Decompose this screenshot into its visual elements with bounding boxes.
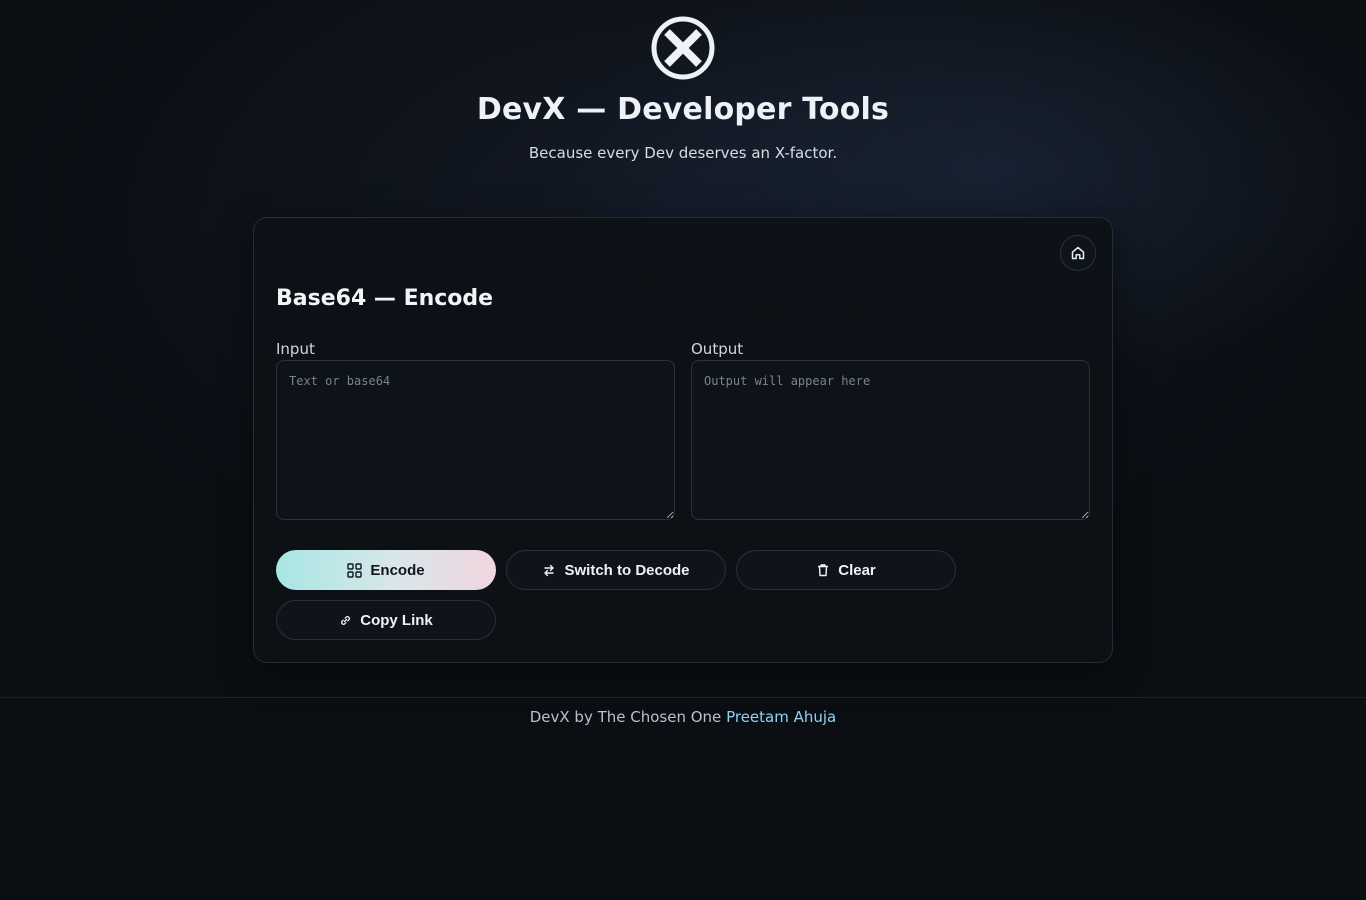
copy-link-button[interactable]: Copy Link [276,600,496,640]
home-button[interactable] [1060,235,1096,271]
switch-to-decode-button[interactable]: Switch to Decode [506,550,726,590]
encode-button-label: Encode [370,561,425,579]
link-icon [341,615,351,625]
input-textarea[interactable] [276,360,675,520]
trash-icon [818,564,829,577]
output-label: Output [691,340,744,358]
author-link[interactable]: Preetam Ahuja [726,708,836,726]
encode-button[interactable]: Encode [276,550,496,590]
devx-logo-icon [651,16,715,80]
page-subtitle: Because every Dev deserves an X-factor. [528,144,838,162]
copy-link-button-label: Copy Link [360,611,433,629]
output-textarea[interactable] [691,360,1090,520]
grid-icon [347,562,363,578]
clear-button-label: Clear [838,561,876,579]
home-icon [1071,246,1085,260]
page-title: DevX — Developer Tools [476,92,890,127]
tool-card: Base64 — Encode Input Output Encode Swit… [253,217,1113,663]
footer-text: DevX by The Chosen One [529,708,722,726]
input-label: Input [276,340,315,358]
swap-arrows-icon [544,564,555,577]
switch-button-label: Switch to Decode [564,561,690,579]
page-footer: DevX by The Chosen One Preetam Ahuja [0,697,1366,726]
tool-title: Base64 — Encode [276,286,494,311]
clear-button[interactable]: Clear [736,550,956,590]
